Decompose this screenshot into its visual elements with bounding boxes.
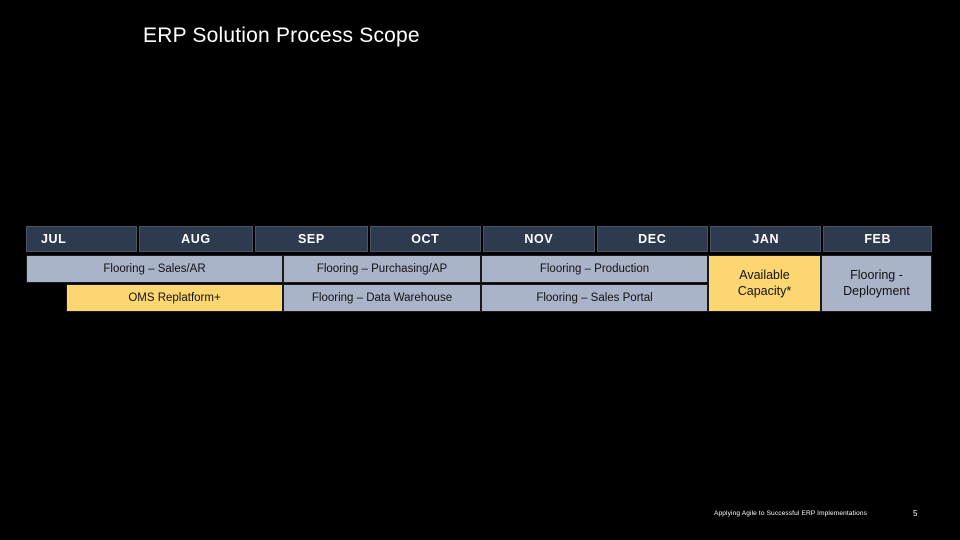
bar-label-line-1: Available [739, 267, 790, 282]
bar-flooring-deployment[interactable]: Flooring - Deployment [821, 255, 932, 312]
bar-label: Flooring – Data Warehouse [311, 291, 453, 304]
month-label: NOV [524, 232, 554, 246]
month-label: FEB [864, 232, 892, 246]
page-number: 5 [913, 509, 918, 518]
bar-label-line-2: Capacity* [737, 283, 792, 298]
bar-flooring-purchasing-ap[interactable]: Flooring – Purchasing/AP [283, 255, 481, 283]
bar-label: Flooring – Production [539, 262, 650, 275]
month-header-jan: JAN [710, 226, 822, 252]
month-label: JUL [41, 232, 67, 246]
month-label: AUG [181, 232, 211, 246]
bar-label: OMS Replatform+ [128, 291, 221, 304]
bar-label-line-1: Flooring - [850, 267, 903, 282]
month-header-feb: FEB [823, 226, 932, 252]
month-header-nov: NOV [483, 226, 595, 252]
bar-flooring-data-warehouse[interactable]: Flooring – Data Warehouse [283, 284, 481, 312]
bar-label: Flooring – Purchasing/AP [316, 262, 448, 275]
month-header-row: JUL AUG SEP OCT NOV DEC JAN FEB [26, 226, 932, 252]
bar-flooring-production[interactable]: Flooring – Production [481, 255, 708, 283]
month-header-jul: JUL [26, 226, 137, 252]
timeline-chart: JUL AUG SEP OCT NOV DEC JAN FEB Flooring… [26, 226, 932, 313]
month-label: JAN [752, 232, 780, 246]
month-header-aug: AUG [138, 226, 254, 252]
month-label: SEP [297, 232, 325, 246]
timeline-bars: Flooring – Sales/AR Flooring – Purchasin… [26, 255, 932, 313]
footer-note: Applying Agile to Successful ERP Impleme… [714, 510, 868, 517]
page-title: ERP Solution Process Scope [143, 24, 420, 47]
bar-label-line-2: Deployment [843, 283, 910, 298]
month-header-sep: SEP [255, 226, 368, 252]
month-label: OCT [411, 232, 440, 246]
month-label: DEC [638, 232, 667, 246]
bar-oms-replatform[interactable]: OMS Replatform+ [66, 284, 283, 312]
bar-flooring-sales-ar[interactable]: Flooring – Sales/AR [26, 255, 283, 283]
bar-label: Flooring – Sales Portal [536, 291, 653, 304]
bar-available-capacity[interactable]: Available Capacity* [708, 255, 821, 312]
month-header-dec: DEC [596, 226, 708, 252]
bar-label: Flooring – Sales/AR [103, 262, 206, 275]
month-header-oct: OCT [369, 226, 482, 252]
bar-flooring-sales-portal[interactable]: Flooring – Sales Portal [481, 284, 708, 312]
